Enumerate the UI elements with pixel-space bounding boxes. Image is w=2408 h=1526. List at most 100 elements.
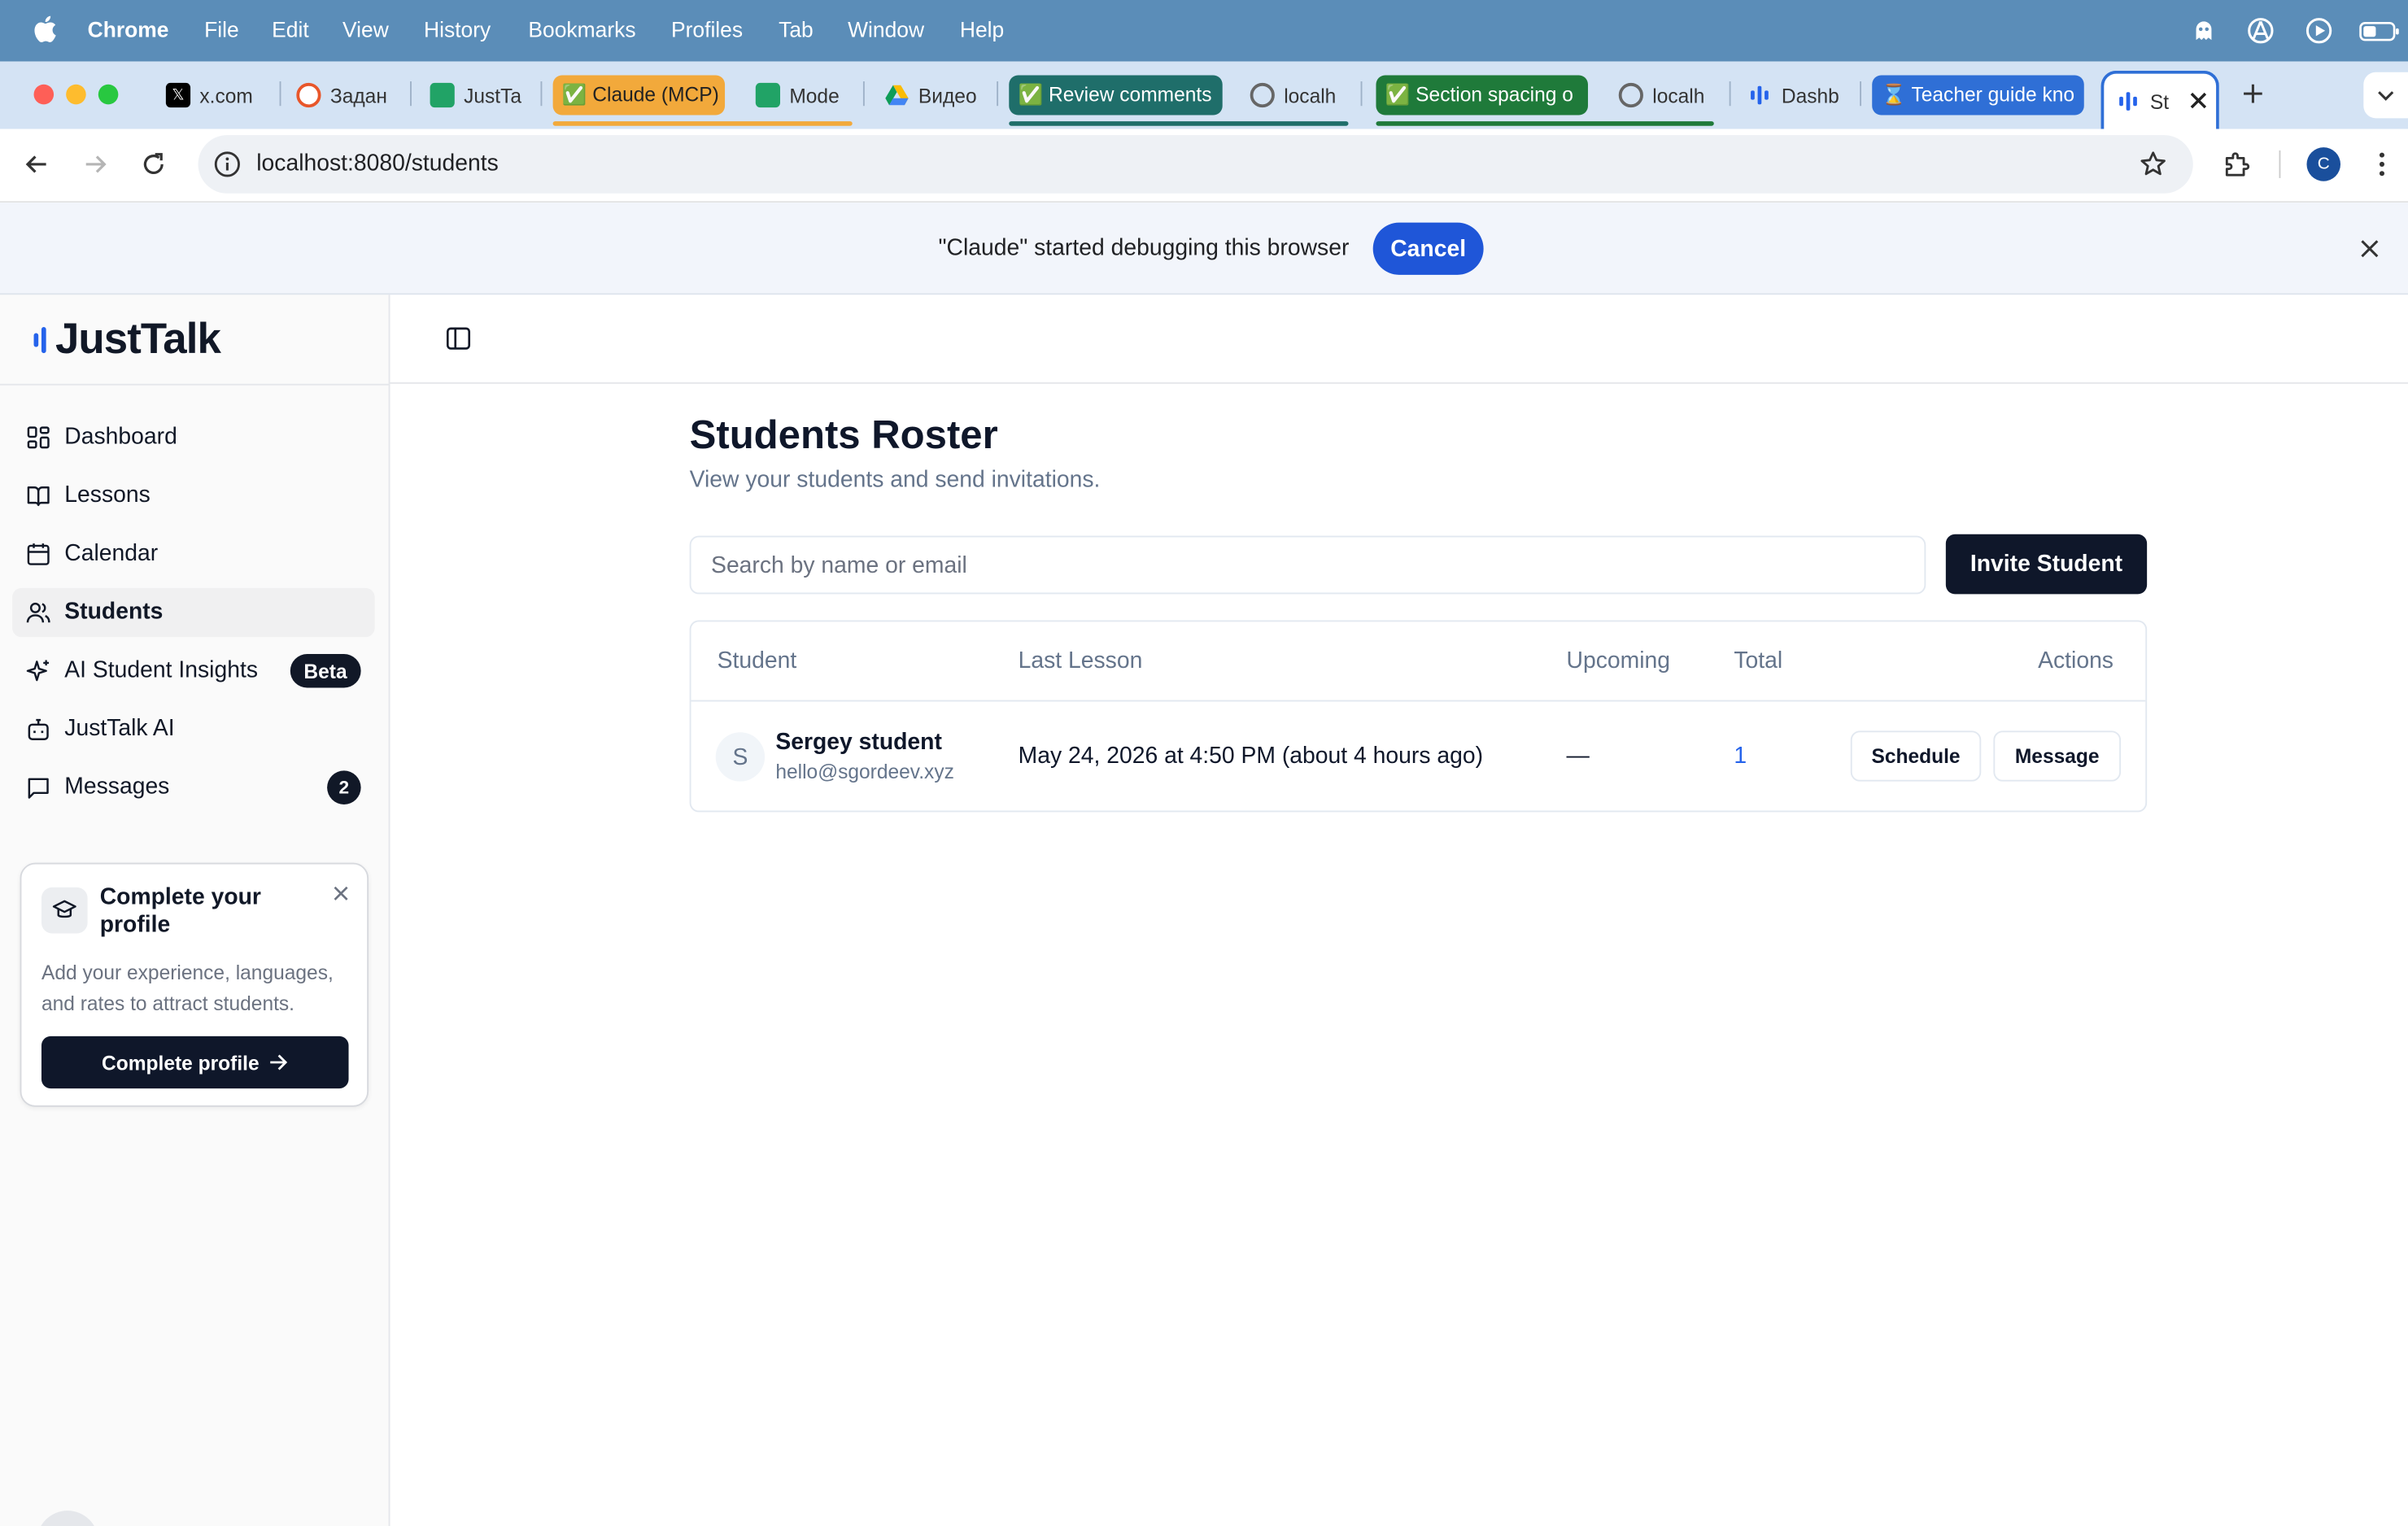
menu-file[interactable]: File	[204, 17, 239, 41]
tab-search-button[interactable]	[2363, 72, 2408, 119]
tab-group-underline	[1009, 121, 1349, 126]
student-name[interactable]: Sergey student	[775, 729, 942, 755]
complete-profile-button-label: Complete profile	[101, 1050, 260, 1075]
menu-profiles[interactable]: Profiles	[671, 17, 743, 41]
sidebar-item-calendar[interactable]: Calendar	[12, 530, 375, 578]
users-icon	[26, 602, 50, 623]
extensions-button[interactable]	[2219, 147, 2253, 181]
window-close-button[interactable]	[33, 84, 55, 105]
tab-group-review-comments[interactable]: ✅ Review comments	[1009, 75, 1223, 116]
graduation-cap-icon	[41, 887, 88, 934]
menu-app-name[interactable]: Chrome	[88, 17, 169, 41]
justtalk-icon	[1747, 83, 1772, 107]
cancel-debugging-button[interactable]: Cancel	[1372, 222, 1484, 275]
reload-button[interactable]	[137, 147, 171, 181]
menu-edit[interactable]: Edit	[272, 17, 309, 41]
window-minimize-button[interactable]	[66, 84, 86, 105]
sidebar-item-label: Messages	[64, 774, 170, 800]
tab-video[interactable]: Видео	[879, 75, 989, 115]
sidebar-item-justtalk-ai[interactable]: JustTalk AI	[12, 704, 375, 753]
menu-history[interactable]: History	[424, 17, 491, 41]
menu-view[interactable]: View	[342, 17, 389, 41]
message-button[interactable]: Message	[1993, 730, 2122, 782]
tab-mode[interactable]: Mode	[749, 75, 848, 115]
tab-group-label: ⌛ Teacher guide kno	[1881, 82, 2075, 107]
tab-x[interactable]: 𝕏 x.com	[159, 75, 270, 115]
infobar-close-icon[interactable]	[2358, 237, 2382, 261]
unread-count-badge: 2	[327, 770, 361, 804]
page-subtitle: View your students and send invitations.	[689, 466, 1101, 493]
calendar-icon	[27, 543, 50, 565]
green-slides-icon	[755, 82, 781, 108]
user-avatar[interactable]	[37, 1511, 98, 1526]
menu-bookmarks[interactable]: Bookmarks	[528, 17, 635, 41]
site-info-icon[interactable]	[213, 150, 241, 178]
sparkles-icon	[26, 660, 50, 682]
sidebar-item-messages[interactable]: Messages 2	[12, 763, 375, 812]
back-button[interactable]	[20, 147, 55, 181]
menu-help[interactable]: Help	[960, 17, 1004, 41]
sidebar-item-label: Dashboard	[64, 423, 177, 450]
green-slides-icon	[430, 82, 455, 108]
macos-menu-bar: Chrome File Edit View History Bookmarks …	[0, 0, 2408, 62]
chevron-down-icon	[2378, 91, 2394, 101]
menu-tab[interactable]: Tab	[779, 17, 814, 41]
sidebar-item-label: Students	[64, 599, 164, 626]
bookmark-star-icon[interactable]	[2138, 149, 2169, 180]
menu-window[interactable]: Window	[848, 17, 924, 41]
tab-label: St	[2149, 89, 2170, 113]
schedule-button[interactable]: Schedule	[1850, 730, 1982, 782]
tab-group-section-spacing[interactable]: ✅ Section spacing o	[1376, 75, 1588, 116]
tab-group-label: ✅ Review comments	[1018, 82, 1212, 107]
battery-icon[interactable]	[2359, 15, 2402, 46]
url-text[interactable]: localhost:8080/students	[256, 150, 499, 177]
tab-separator	[279, 81, 281, 107]
tab-task[interactable]: Задан	[290, 75, 401, 115]
arrow-right-icon	[85, 155, 107, 173]
column-header-last-lesson: Last Lesson	[1018, 647, 1143, 674]
sidebar-item-ai-student-insights[interactable]: AI Student Insights Beta	[12, 647, 375, 695]
address-bar[interactable]: localhost:8080/students	[198, 135, 2193, 194]
tab-dashboard[interactable]: Dashb	[1742, 75, 1849, 115]
tab-group-underline	[552, 121, 853, 126]
sidebar-item-label: AI Student Insights	[64, 656, 259, 683]
forward-button[interactable]	[78, 147, 112, 181]
window-zoom-button[interactable]	[98, 84, 119, 105]
profile-card-close-icon[interactable]	[332, 884, 351, 903]
tab-label: Видео	[918, 83, 977, 107]
upcoming-value: —	[1566, 743, 1590, 770]
justtalk-logo[interactable]: JustTalk	[33, 315, 221, 364]
book-icon	[27, 486, 50, 507]
student-search-input[interactable]	[689, 535, 1926, 595]
tab-close-icon[interactable]	[2190, 92, 2207, 109]
tab-localhost-2[interactable]: localh	[1612, 75, 1717, 115]
new-tab-plus-icon[interactable]	[2240, 81, 2265, 106]
sidebar-item-lessons[interactable]: Lessons	[12, 471, 375, 520]
sidebar-item-students[interactable]: Students	[12, 587, 375, 638]
orange-circle-icon	[296, 82, 321, 108]
invite-student-button[interactable]: Invite Student	[1945, 534, 2148, 595]
tab-group-teacher-guide[interactable]: ⌛ Teacher guide kno	[1872, 75, 2084, 116]
tab-group-claude-mcp[interactable]: ✅ Claude (MCP)	[552, 75, 726, 116]
complete-profile-button[interactable]: Complete profile	[41, 1036, 349, 1089]
profile-avatar[interactable]: C	[2306, 147, 2341, 181]
column-header-student: Student	[717, 647, 797, 674]
justtalk-icon	[2116, 89, 2140, 113]
total-lessons-link[interactable]: 1	[1734, 743, 1747, 769]
ghost-status-icon[interactable]	[2188, 15, 2219, 46]
play-status-icon[interactable]	[2304, 15, 2335, 46]
tab-separator	[862, 81, 865, 107]
chrome-menu-button[interactable]	[2365, 147, 2399, 181]
tab-label: Dashb	[1781, 83, 1839, 107]
sidebar-toggle-icon[interactable]	[445, 325, 471, 351]
vpn-status-icon[interactable]	[2245, 15, 2276, 46]
tab-students-active[interactable]: St	[2100, 70, 2219, 129]
tab-label: localh	[1652, 83, 1705, 107]
tab-justtalk-slides[interactable]: JustTa	[424, 75, 531, 115]
tab-localhost-1[interactable]: localh	[1244, 75, 1348, 115]
apple-icon[interactable]	[33, 14, 57, 45]
sidebar-item-dashboard[interactable]: Dashboard	[12, 413, 375, 462]
sidebar-item-label: Calendar	[64, 540, 159, 567]
profile-card-description: Add your experience, languages, and rate…	[41, 961, 334, 1015]
app-sidebar: JustTalk Dashboard Lessons Calendar Stud…	[0, 294, 390, 1526]
